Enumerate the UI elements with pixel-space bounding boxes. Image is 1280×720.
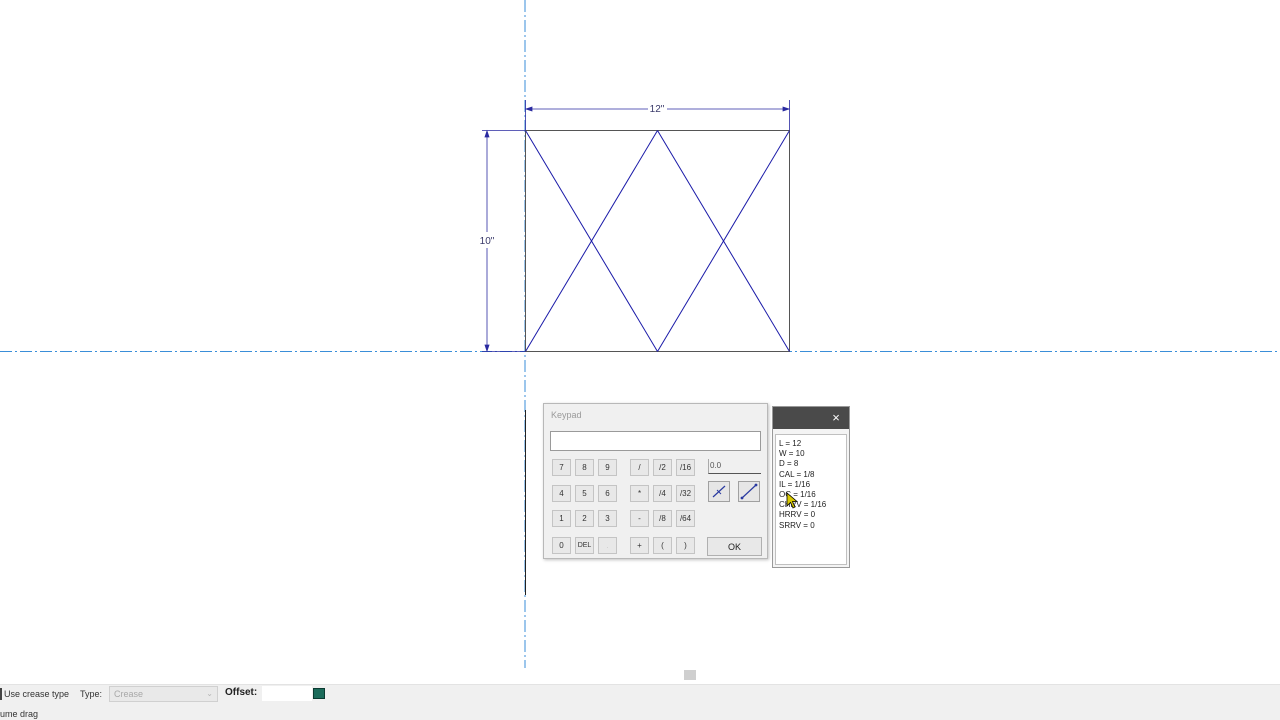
keypad-ok-button[interactable]: OK: [707, 537, 762, 556]
type-select-value: Crease: [114, 689, 144, 699]
key-fraction-4[interactable]: /4: [653, 485, 672, 502]
key-fraction-32[interactable]: /32: [676, 485, 695, 502]
variable-line[interactable]: IL = 1/16: [779, 480, 846, 490]
variable-line[interactable]: HRRV = 0: [779, 510, 846, 520]
key-2[interactable]: 2: [575, 510, 594, 527]
status-text: ume drag: [0, 709, 39, 719]
type-select[interactable]: Crease ⌄: [109, 686, 218, 702]
keypad-display-input[interactable]: [550, 431, 761, 451]
select-line-icon: [740, 483, 758, 500]
keypad-dialog: Keypad 7 8 9 / /2 /16 0.0 4 5 6 * /4 /32…: [543, 403, 768, 559]
variables-titlebar[interactable]: ×: [773, 407, 849, 429]
variable-line[interactable]: W = 10: [779, 449, 846, 459]
mouse-pointer-icon: [786, 492, 799, 509]
select-line-tool-button[interactable]: [738, 481, 760, 502]
horizontal-scrollbar-thumb[interactable]: [684, 670, 696, 680]
key-5[interactable]: 5: [575, 485, 594, 502]
panel-rectangle[interactable]: [525, 130, 790, 352]
drawing-canvas[interactable]: 12" 10": [0, 0, 1280, 668]
color-swatch-button[interactable]: [313, 688, 325, 699]
key-fraction-64[interactable]: /64: [676, 510, 695, 527]
chevron-down-icon: ⌄: [206, 689, 213, 698]
crease-lines[interactable]: [525, 130, 790, 352]
variable-line[interactable]: SRRV = 0: [779, 521, 846, 531]
key-3[interactable]: 3: [598, 510, 617, 527]
key-decimal[interactable]: .: [598, 537, 617, 554]
variables-window: × L = 12 W = 10 D = 8 CAL = 1/8 IL = 1/1…: [772, 406, 850, 568]
keypad-title: Keypad: [551, 410, 582, 420]
key-0[interactable]: 0: [552, 537, 571, 554]
height-dimension-label: 10": [480, 236, 495, 247]
offset-input[interactable]: [262, 686, 312, 701]
type-label: Type:: [80, 689, 103, 699]
key-fraction-16[interactable]: /16: [676, 459, 695, 476]
key-plus[interactable]: +: [630, 537, 649, 554]
fraction-value-field[interactable]: 0.0: [708, 459, 761, 474]
status-bar: [0, 704, 1280, 720]
key-8[interactable]: 8: [575, 459, 594, 476]
measure-line-tool-button[interactable]: [708, 481, 730, 502]
key-paren-close[interactable]: ): [676, 537, 695, 554]
width-dimension-label: 12": [650, 104, 665, 115]
key-minus[interactable]: -: [630, 510, 649, 527]
offset-label: Offset:: [225, 687, 258, 698]
key-delete[interactable]: DEL: [575, 537, 594, 554]
key-fraction-8[interactable]: /8: [653, 510, 672, 527]
key-fraction-2[interactable]: /2: [653, 459, 672, 476]
key-paren-open[interactable]: (: [653, 537, 672, 554]
variable-line[interactable]: CAL = 1/8: [779, 470, 846, 480]
use-crease-label: Use crease type: [4, 689, 70, 699]
key-divide[interactable]: /: [630, 459, 649, 476]
key-9[interactable]: 9: [598, 459, 617, 476]
variable-line[interactable]: L = 12: [779, 439, 846, 449]
key-4[interactable]: 4: [552, 485, 571, 502]
key-multiply[interactable]: *: [630, 485, 649, 502]
key-6[interactable]: 6: [598, 485, 617, 502]
use-crease-checkbox[interactable]: [0, 688, 2, 700]
key-1[interactable]: 1: [552, 510, 571, 527]
measure-line-icon: [712, 485, 726, 498]
variable-line[interactable]: D = 8: [779, 459, 846, 469]
key-7[interactable]: 7: [552, 459, 571, 476]
close-icon[interactable]: ×: [828, 410, 844, 426]
